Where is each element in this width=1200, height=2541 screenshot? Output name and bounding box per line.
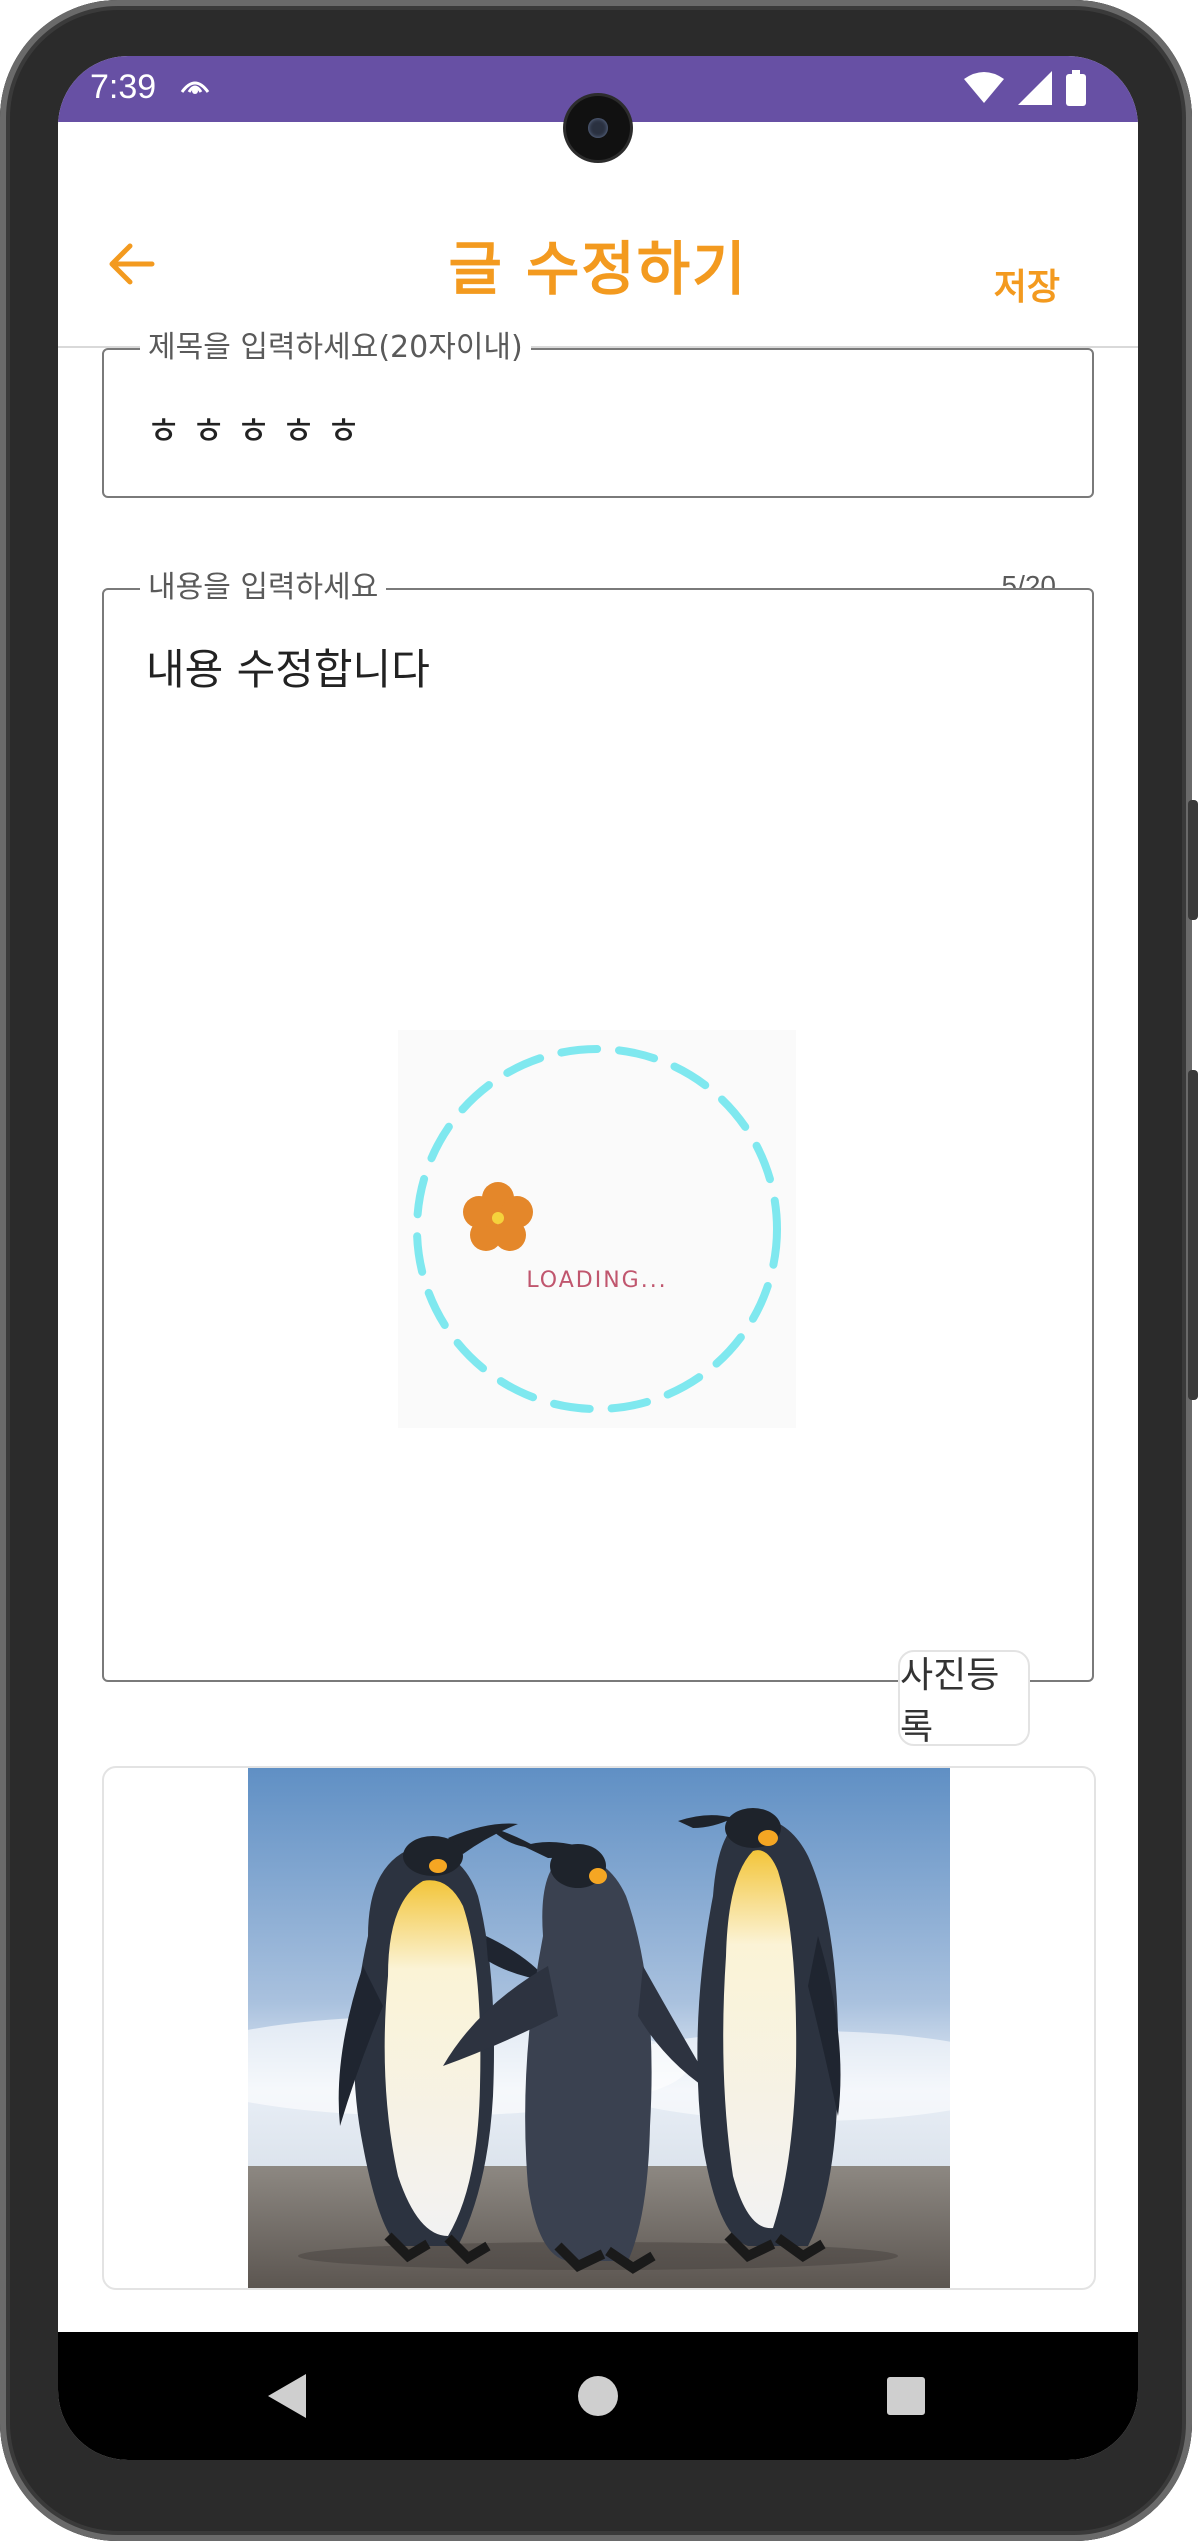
flower-icon [460,1180,536,1260]
screen: 7:39 글 수정하기 저장 제목을 입력하세요(20자이내) ㅎㅎㅎㅎㅎ 5/… [58,56,1138,2460]
home-circle-icon[interactable] [576,2372,620,2424]
page-title: 글 수정하기 [448,235,748,303]
title-field[interactable]: 제목을 입력하세요(20자이내) ㅎㅎㅎㅎㅎ [102,328,1094,498]
title-input[interactable]: ㅎㅎㅎㅎㅎ [146,400,371,455]
volume-button [1188,1070,1198,1400]
signal-icon [1018,71,1052,109]
title-field-label: 제목을 입력하세요(20자이내) [140,328,531,368]
loading-indicator: LOADING... [398,1030,796,1428]
penguins-photo [248,1768,950,2288]
phone-device: 7:39 글 수정하기 저장 제목을 입력하세요(20자이내) ㅎㅎㅎㅎㅎ 5/… [0,0,1200,2541]
status-time: 7:39 [90,68,157,106]
notification-icon [180,74,210,98]
system-nav-bar [58,2332,1138,2460]
photo-register-button[interactable]: 사진등록 [898,1650,1030,1748]
front-camera [566,96,630,160]
loading-text: LOADING... [526,1268,668,1293]
battery-icon [1066,70,1086,110]
content-input[interactable]: 내용 수정합니다 [146,636,430,697]
content-field-label: 내용을 입력하세요 [140,568,387,608]
back-triangle-icon[interactable] [264,2372,308,2424]
recents-square-icon[interactable] [884,2372,928,2424]
power-button [1188,800,1198,920]
wifi-icon [964,71,1004,109]
save-button[interactable]: 저장 [994,258,1060,310]
status-icons [964,70,1086,110]
loading-ring-icon [413,1045,781,1413]
attached-image-card[interactable] [102,1766,1096,2290]
